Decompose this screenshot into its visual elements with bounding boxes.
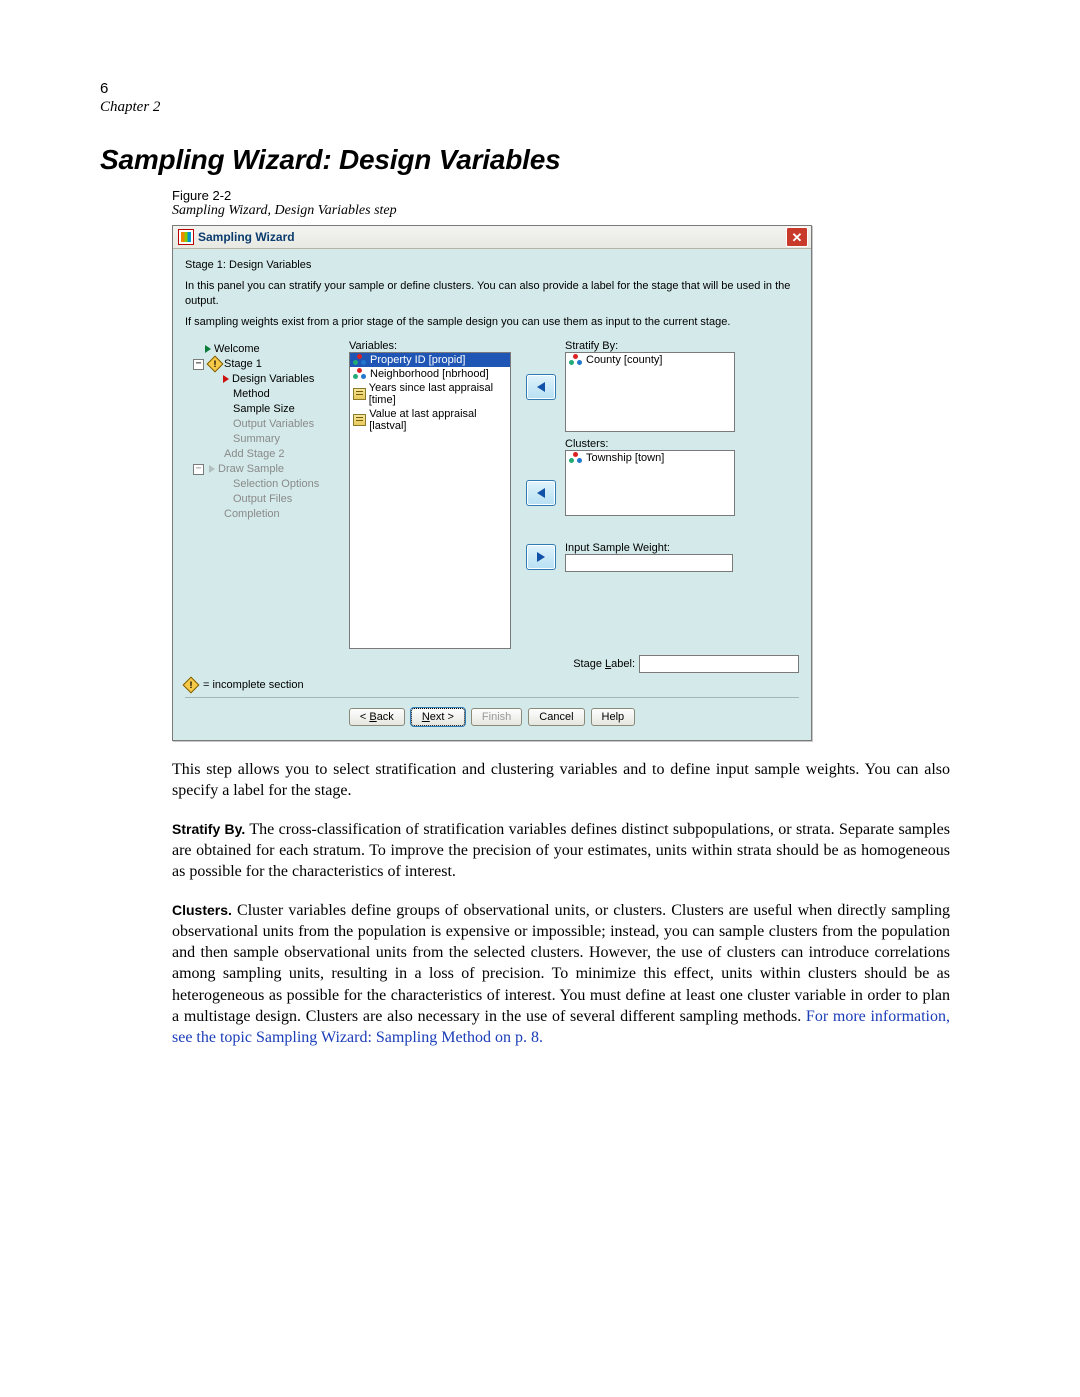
page-number: 6 bbox=[100, 80, 950, 97]
clusters-label: Clusters: bbox=[565, 438, 739, 450]
tree-output-files: Output Files bbox=[189, 492, 345, 507]
tree-completion: Completion bbox=[189, 507, 345, 522]
move-to-stratify-button[interactable] bbox=[526, 374, 556, 400]
list-item-label: Property ID [propid] bbox=[370, 354, 465, 366]
list-item[interactable]: County [county] bbox=[566, 353, 734, 367]
page-title: Sampling Wizard: Design Variables bbox=[100, 144, 950, 176]
stratify-listbox[interactable]: County [county] bbox=[565, 352, 735, 432]
stratify-by-heading: Stratify By. bbox=[172, 821, 245, 837]
nominal-icon bbox=[353, 355, 367, 365]
nominal-icon bbox=[569, 355, 583, 365]
nominal-icon bbox=[569, 453, 583, 463]
list-item[interactable]: Years since last appraisal [time] bbox=[350, 381, 510, 407]
tree-design-variables[interactable]: Design Variables bbox=[189, 372, 345, 387]
arrow-left-icon bbox=[537, 488, 545, 498]
input-sample-weight-field[interactable] bbox=[565, 554, 733, 572]
tree-sample-size[interactable]: Sample Size bbox=[189, 402, 345, 417]
close-button[interactable]: ✕ bbox=[786, 227, 808, 247]
tree-output-variables: Output Variables bbox=[189, 417, 345, 432]
list-item[interactable]: Neighborhood [nbrhood] bbox=[350, 367, 510, 381]
variables-listbox[interactable]: Property ID [propid] Neighborhood [nbrho… bbox=[349, 352, 511, 649]
next-button[interactable]: Next > bbox=[411, 708, 465, 726]
finish-button: Finish bbox=[471, 708, 522, 726]
tree-stage1[interactable]: − ! Stage 1 bbox=[189, 357, 345, 372]
tree-add-stage2: Add Stage 2 bbox=[189, 447, 345, 462]
move-to-weight-button[interactable] bbox=[526, 544, 556, 570]
app-icon bbox=[178, 229, 194, 245]
stage-label-input[interactable] bbox=[639, 655, 799, 673]
stage-label-label: Stage Label: bbox=[573, 658, 635, 670]
clusters-heading: Clusters. bbox=[172, 902, 232, 918]
dialog-title: Sampling Wizard bbox=[198, 230, 295, 244]
incomplete-icon: ! bbox=[183, 676, 200, 693]
body-paragraph-clusters: Clusters. Cluster variables define group… bbox=[172, 900, 950, 1048]
tree-draw-sample[interactable]: − Draw Sample bbox=[189, 462, 345, 477]
tree-collapse-icon[interactable]: − bbox=[193, 359, 204, 370]
list-item-label: Years since last appraisal [time] bbox=[369, 382, 507, 406]
list-item-label: County [county] bbox=[586, 354, 662, 366]
figure-caption: Sampling Wizard, Design Variables step bbox=[172, 203, 950, 219]
titlebar: Sampling Wizard ✕ bbox=[173, 226, 811, 249]
help-button[interactable]: Help bbox=[591, 708, 636, 726]
stratify-by-label: Stratify By: bbox=[565, 340, 739, 352]
step-pending-icon bbox=[209, 465, 215, 473]
list-item[interactable]: Value at last appraisal [lastval] bbox=[350, 407, 510, 433]
clusters-listbox[interactable]: Township [town] bbox=[565, 450, 735, 516]
chapter-label: Chapter 2 bbox=[100, 99, 950, 116]
sampling-wizard-dialog: Sampling Wizard ✕ Stage 1: Design Variab… bbox=[172, 225, 812, 741]
cancel-button[interactable]: Cancel bbox=[528, 708, 584, 726]
move-to-clusters-button[interactable] bbox=[526, 480, 556, 506]
tree-method[interactable]: Method bbox=[189, 387, 345, 402]
incomplete-icon: ! bbox=[207, 356, 224, 373]
body-paragraph-stratify: Stratify By. The cross-classification of… bbox=[172, 819, 950, 882]
back-button[interactable]: < Back bbox=[349, 708, 405, 726]
nominal-icon bbox=[353, 369, 367, 379]
input-weight-label: Input Sample Weight: bbox=[565, 542, 739, 554]
list-item-label: Neighborhood [nbrhood] bbox=[370, 368, 489, 380]
wizard-nav-tree: Welcome − ! Stage 1 bbox=[185, 340, 345, 649]
intro-text-2: If sampling weights exist from a prior s… bbox=[185, 315, 799, 330]
arrow-left-icon bbox=[537, 382, 545, 392]
scale-icon bbox=[353, 414, 366, 426]
list-item-label: Value at last appraisal [lastval] bbox=[369, 408, 507, 432]
arrow-right-icon bbox=[537, 552, 545, 562]
list-item[interactable]: Property ID [propid] bbox=[350, 353, 510, 367]
tree-selection-options: Selection Options bbox=[189, 477, 345, 492]
tree-collapse-icon[interactable]: − bbox=[193, 464, 204, 475]
stage-heading: Stage 1: Design Variables bbox=[185, 259, 799, 271]
current-step-icon bbox=[223, 375, 229, 383]
list-item-label: Township [town] bbox=[586, 452, 664, 464]
intro-text-1: In this panel you can stratify your samp… bbox=[185, 279, 799, 309]
tree-summary: Summary bbox=[189, 432, 345, 447]
step-complete-icon bbox=[205, 345, 211, 353]
figure-label: Figure 2-2 bbox=[172, 188, 950, 203]
incomplete-legend: = incomplete section bbox=[203, 679, 304, 691]
body-paragraph-1: This step allows you to select stratific… bbox=[172, 759, 950, 801]
scale-icon bbox=[353, 388, 366, 400]
list-item[interactable]: Township [town] bbox=[566, 451, 734, 465]
tree-welcome[interactable]: Welcome bbox=[189, 342, 345, 357]
variables-label: Variables: bbox=[349, 340, 517, 352]
